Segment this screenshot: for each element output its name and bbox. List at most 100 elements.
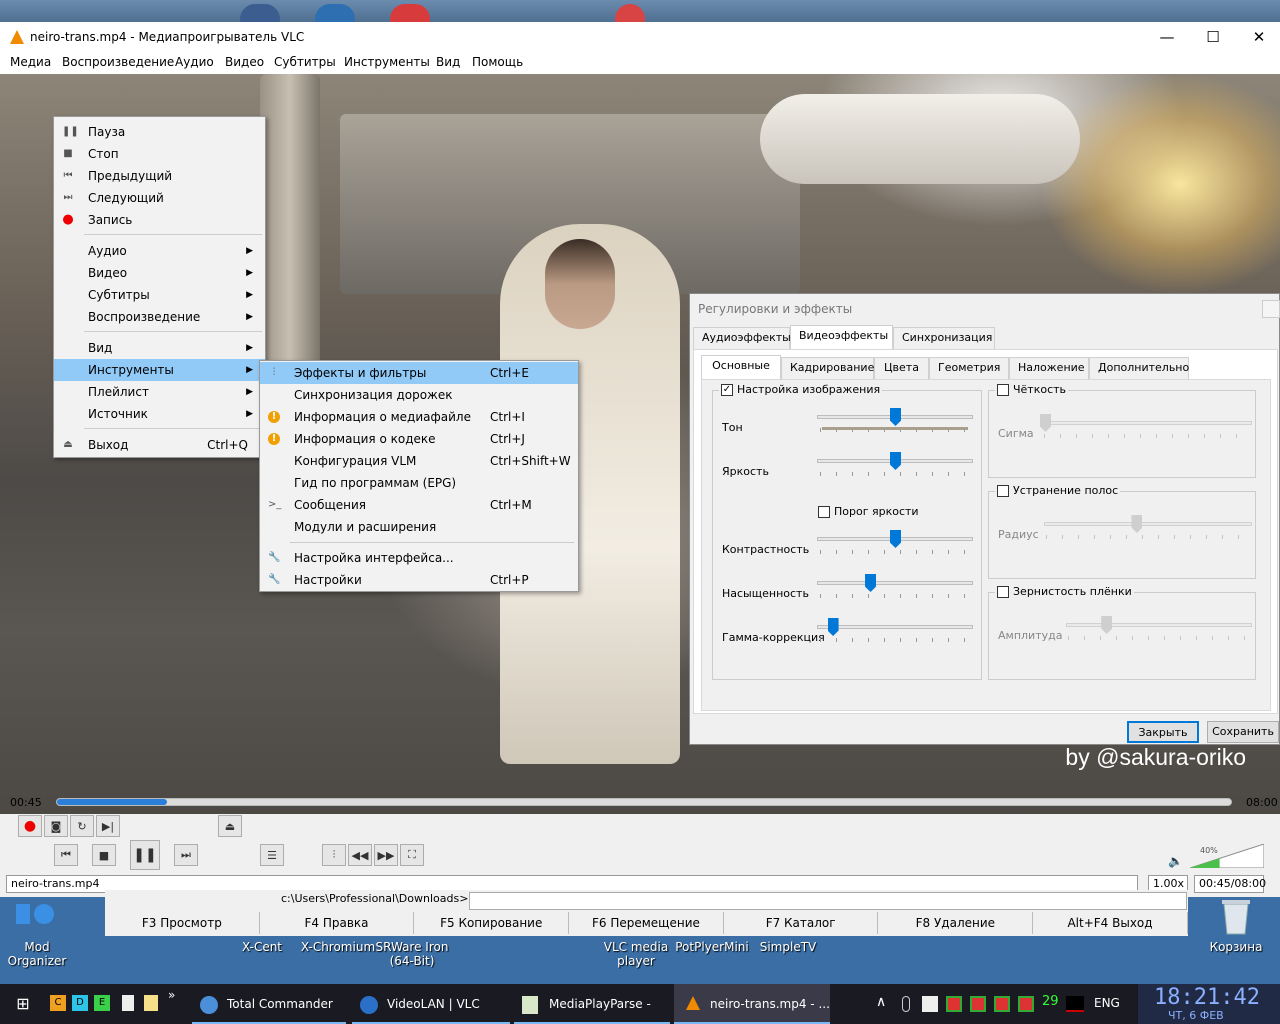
effects-button[interactable]: ⫶ [322,844,346,866]
tools-submenu-item[interactable]: 🔧 Настройки Ctrl+P [260,569,578,591]
tc-fkey-button[interactable]: F4 Правка [260,912,415,934]
context-menu-item[interactable]: Воспроизведение ▶ [54,306,265,328]
quick-launch-c[interactable]: C [50,995,66,1011]
tray-clip-icon[interactable] [902,996,910,1012]
taskbar-app-total-commander[interactable]: Total Commander ... [192,984,346,1024]
subtab-geometry[interactable]: Геометрия [929,357,1009,379]
context-menu-item[interactable]: Субтитры ▶ [54,284,265,306]
desktop-label-xcent[interactable]: X-Cent [234,940,290,954]
more-apps-chevron-icon[interactable]: » [168,988,175,1002]
subtab-crop[interactable]: Кадрирование [781,357,874,379]
record-button[interactable]: ● [18,815,42,837]
tc-fkey-button[interactable]: F5 Копирование [414,912,570,934]
desktop-label-simpletv[interactable]: SimpleTV [750,940,826,954]
taskbar-app-videolan[interactable]: VideoLAN | VLC me... [352,984,510,1024]
menu-view[interactable]: Вид [436,55,460,69]
frame-step-button[interactable]: ▶| [96,815,120,837]
taskbar-app-mediaplayparse[interactable]: MediaPlayParse - Y... [514,984,670,1024]
quick-launch-d[interactable]: D [72,995,88,1011]
context-menu-item[interactable]: ❚❚ Пауза [54,121,265,143]
context-menu-item[interactable]: Вид ▶ [54,337,265,359]
tab-audio-effects[interactable]: Аудиоэффекты [693,327,791,349]
grain-checkbox[interactable]: Зернистость плёнки [995,585,1134,598]
adjust-slider[interactable] [817,625,973,629]
tc-fkey-button[interactable]: F8 Удаление [879,912,1034,934]
language-indicator[interactable]: ENG [1094,996,1120,1010]
tray-app-icon[interactable] [994,996,1010,1012]
tc-fkey-button[interactable]: F7 Каталог [724,912,879,934]
sharpen-checkbox[interactable]: Чёткость [995,383,1069,396]
tc-fkey-button[interactable]: F6 Перемещение [569,912,724,934]
start-button[interactable]: ⊞ [0,984,46,1024]
tools-submenu-item[interactable]: Гид по программам (EPG) [260,472,578,494]
tc-fkey-button[interactable]: Alt+F4 Выход [1033,912,1188,934]
playlist-button[interactable]: ☰ [260,844,284,866]
faster-button[interactable]: ▶▶ [374,844,398,866]
loop-ab-button[interactable]: ↻ [70,815,94,837]
tools-submenu-item[interactable]: Модули и расширения [260,516,578,538]
snapshot-button[interactable]: ◙ [44,815,68,837]
context-menu-item[interactable]: ● Запись [54,209,265,231]
desktop-label-srware[interactable]: SRWare Iron (64-Bit) [372,940,452,968]
subtab-overlay[interactable]: Наложение [1009,357,1089,379]
tray-temperature[interactable]: 29 [1042,994,1059,1009]
fullscreen-button[interactable]: ⛶ [400,844,424,866]
menu-tools[interactable]: Инструменты [344,55,430,69]
document-icon[interactable] [122,995,134,1011]
desktop-label-xchromium[interactable]: X-Chromium [298,940,378,954]
subtab-advanced[interactable]: Дополнительно [1089,357,1189,379]
tc-command-input[interactable] [469,892,1187,910]
tools-submenu-item[interactable]: >_ Сообщения Ctrl+M [260,494,578,516]
tray-expand-icon[interactable]: ∧ [876,994,886,1010]
eject-button[interactable]: ⏏ [218,815,242,837]
desktop-label-potplayer[interactable]: PotPlyerMini [672,940,752,954]
menu-audio[interactable]: Аудио [175,55,214,69]
adjust-slider[interactable] [817,581,973,585]
menu-playback[interactable]: Воспроизведение [62,55,174,69]
slower-button[interactable]: ◀◀ [348,844,372,866]
tray-app-icon[interactable] [970,996,986,1012]
context-menu-item[interactable]: ⏭ Следующий [54,187,265,209]
tools-submenu-item[interactable]: ! Информация о медиафайле Ctrl+I [260,406,578,428]
volume-slider[interactable]: 40% [1189,843,1265,869]
context-menu-item[interactable]: Источник ▶ [54,403,265,425]
clock[interactable]: 18:21:42 ЧТ, 6 ФЕВ [1138,984,1280,1024]
tools-submenu-item[interactable]: ⫶ Эффекты и фильтры Ctrl+E [260,362,578,384]
image-adjust-checkbox[interactable]: ✓ Настройка изображения [719,383,883,396]
save-button[interactable]: Сохранить [1207,721,1279,743]
context-menu-item[interactable]: Видео ▶ [54,262,265,284]
seek-bar[interactable] [56,798,1232,806]
speaker-icon[interactable]: 🔈 [1168,854,1183,868]
tools-submenu-item[interactable]: 🔧 Настройка интерфейса... [260,547,578,569]
desktop-label-mod-organizer[interactable]: Mod Organizer [6,940,68,968]
tray-app-icon[interactable] [946,996,962,1012]
tools-submenu-item[interactable]: Конфигурация VLM Ctrl+Shift+W [260,450,578,472]
subtab-basic[interactable]: Основные [701,355,781,379]
subtab-colors[interactable]: Цвета [874,357,929,379]
threshold-checkbox[interactable]: Порог яркости [816,505,921,518]
tab-video-effects[interactable]: Видеоэффекты [790,325,893,349]
minimize-button[interactable]: — [1144,22,1190,52]
context-menu-item[interactable]: Аудио ▶ [54,240,265,262]
taskbar-app-vlc[interactable]: neiro-trans.mp4 - ... [674,984,830,1024]
quick-launch-e[interactable]: E [94,995,110,1011]
desktop-label-vlc[interactable]: VLC media player [596,940,676,968]
time-display[interactable]: 00:45/08:00 [1194,875,1266,893]
stop-button[interactable]: ■ [92,844,116,866]
maximize-button[interactable]: ☐ [1190,22,1236,52]
tools-submenu-item[interactable]: Синхронизация дорожек [260,384,578,406]
pause-button[interactable]: ❚❚ [130,840,160,870]
close-button[interactable]: ✕ [1236,22,1280,52]
dialog-close-icon[interactable] [1262,300,1280,318]
menu-help[interactable]: Помощь [472,55,523,69]
menu-media[interactable]: Медиа [10,55,51,69]
folder-icon[interactable] [144,995,158,1011]
banding-checkbox[interactable]: Устранение полос [995,484,1121,497]
menu-video[interactable]: Видео [225,55,264,69]
context-menu-item[interactable]: ■ Стоп [54,143,265,165]
recycle-bin-icon[interactable] [1218,896,1254,936]
context-menu-item[interactable]: Плейлист ▶ [54,381,265,403]
tc-fkey-button[interactable]: F3 Просмотр [105,912,260,934]
tray-app-icon[interactable] [1018,996,1034,1012]
menu-subtitles[interactable]: Субтитры [274,55,336,69]
